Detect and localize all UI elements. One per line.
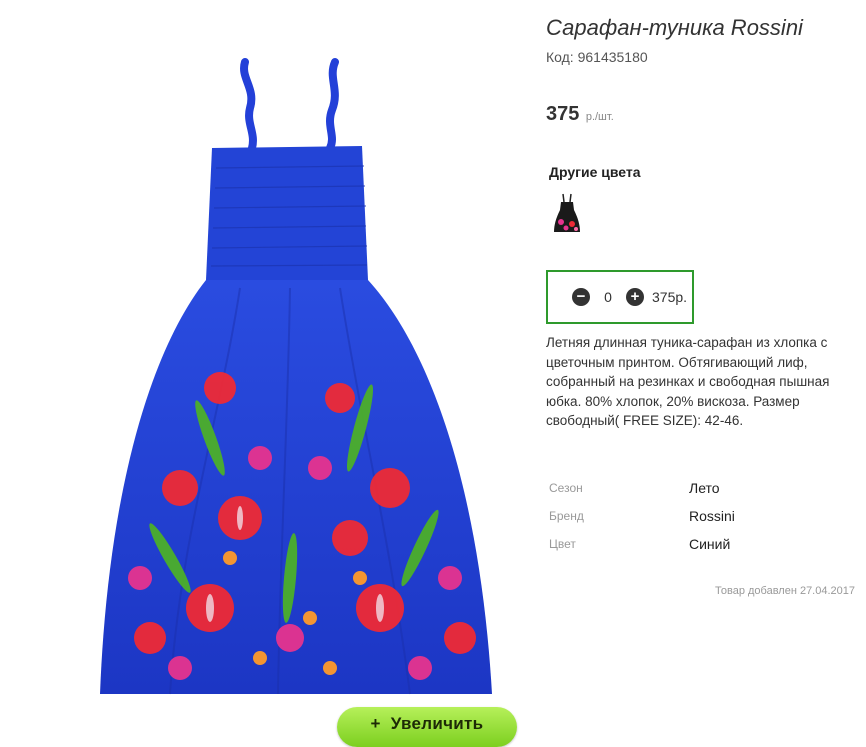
property-value: Лето <box>689 480 720 496</box>
quantity-box: − 0 + 375р. <box>546 270 694 324</box>
property-key: Бренд <box>549 509 584 523</box>
minus-circle-icon[interactable]: − <box>572 288 590 306</box>
product-title: Сарафан-туника Rossini <box>546 15 803 40</box>
dress-thumbnail-image <box>554 193 580 232</box>
property-key: Сезон <box>549 481 583 495</box>
product-description: Летняя длинная туника-сарафан из хлопка … <box>546 335 830 428</box>
property-row: Сезон Лето <box>546 474 846 502</box>
product-code: Код: 961435180 <box>546 49 648 65</box>
other-color-thumbnail[interactable] <box>552 192 582 234</box>
price-unit: р./шт. <box>585 111 614 123</box>
plus-icon: + <box>370 714 381 733</box>
property-row: Бренд Rossini <box>546 502 846 530</box>
property-value: Синий <box>689 536 731 552</box>
property-value: Rossini <box>689 508 735 524</box>
product-price: 375 р./шт. <box>546 103 614 126</box>
product-photo[interactable] <box>60 18 530 718</box>
property-key: Цвет <box>549 537 576 551</box>
dress-image <box>100 58 492 695</box>
properties-table: Сезон Лето Бренд Rossini Цвет Синий <box>546 474 846 558</box>
zoom-button-label: Увеличить <box>390 714 484 733</box>
property-row: Цвет Синий <box>546 530 846 558</box>
zoom-button[interactable]: + Увеличить <box>337 707 517 747</box>
price-value: 375 <box>546 103 580 125</box>
quantity-value[interactable]: 0 <box>590 289 626 305</box>
other-colors-title: Другие цвета <box>549 164 641 180</box>
plus-circle-icon[interactable]: + <box>626 288 644 306</box>
added-date-note: Товар добавлен 27.04.2017 <box>715 585 856 597</box>
quantity-sum: 375р. <box>652 289 688 305</box>
